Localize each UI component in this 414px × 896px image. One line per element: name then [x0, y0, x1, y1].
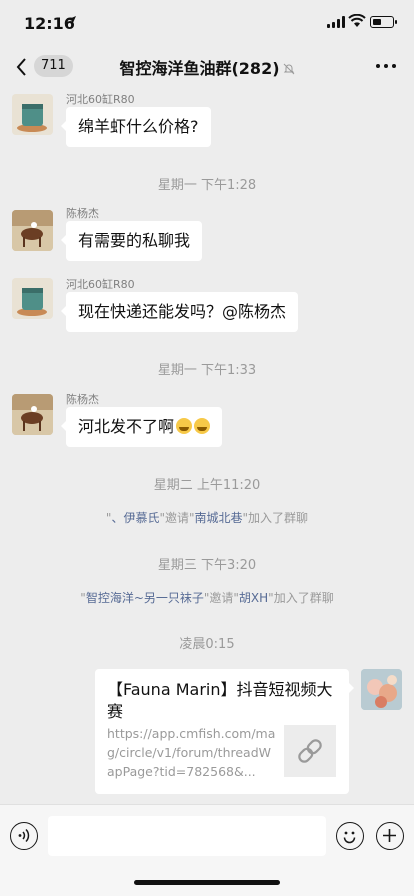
system-text: "加入了群聊: [268, 591, 334, 605]
sender-name: 陈杨杰: [66, 393, 99, 406]
time-label: 凌晨0:15: [179, 637, 235, 652]
system-text: "邀请": [159, 511, 195, 525]
flower-avatar-image: [361, 669, 402, 710]
message-text: 现在快递还能发吗？@陈杨杰: [78, 302, 287, 321]
link-card-title: 【Fauna Marin】抖音短视频大赛: [107, 680, 333, 721]
avatar[interactable]: [12, 94, 53, 135]
bell-muted-icon: [283, 63, 294, 75]
system-text: "加入了群聊: [242, 511, 309, 525]
time-label: 星期三 下午3:20: [157, 558, 257, 573]
link-card-thumb: [284, 725, 336, 777]
message-text: 绵羊虾什么价格?: [78, 117, 199, 136]
chat-title: 智控海洋鱼油群(282): [70, 55, 344, 79]
system-message: "、伊慕氏"邀请"南城北巷"加入了群聊: [0, 509, 414, 526]
laughing-emoji-icon: [176, 418, 193, 434]
horse-avatar-image: [12, 210, 53, 251]
message-text: 有需要的私聊我: [78, 231, 191, 250]
time-label: 星期一 下午1:33: [157, 363, 257, 378]
system-text: "邀请": [203, 591, 239, 605]
inviter-name[interactable]: 、伊慕氏: [111, 511, 159, 525]
link-card-url: https://app.cmfish.com/mag/circle/v1/for…: [107, 726, 276, 779]
emoji-icon[interactable]: [336, 822, 364, 850]
laughing-emoji-icon: [194, 418, 211, 434]
avatar[interactable]: [12, 394, 53, 435]
signal-icon: [327, 16, 345, 28]
message-bubble[interactable]: 河北发不了啊: [60, 407, 223, 447]
wifi-icon: [348, 14, 366, 27]
horse-avatar-image: [12, 394, 53, 435]
voice-icon[interactable]: [10, 822, 38, 850]
inviter-name[interactable]: 智控海洋~另一只袜子: [86, 591, 204, 605]
unread-count-badge[interactable]: 711: [34, 55, 73, 77]
time-label: 星期一 下午1:28: [157, 178, 257, 193]
time-label: 星期二 上午11:20: [153, 478, 261, 493]
sender-name: 河北60缸R80: [66, 278, 135, 291]
link-card[interactable]: 【Fauna Marin】抖音短视频大赛 https://app.cmfish.…: [95, 669, 354, 794]
sender-name: 陈杨杰: [66, 207, 99, 220]
chat-messages[interactable]: 河北60缸R80 绵羊虾什么价格? 星期一 下午1:28 陈杨杰 有需要的私聊我…: [0, 88, 414, 804]
system-message: "智控海洋~另一只袜子"邀请"胡XH"加入了群聊: [0, 589, 414, 606]
sender-name: 河北60缸R80: [66, 93, 135, 106]
cup-avatar-image: [12, 278, 53, 319]
nav-bar: 711 智控海洋鱼油群(282): [0, 46, 414, 88]
avatar[interactable]: [361, 669, 402, 710]
message-bubble[interactable]: 绵羊虾什么价格?: [61, 107, 211, 147]
message-text: 河北发不了啊: [78, 417, 175, 436]
link-icon: [298, 739, 322, 763]
status-bar: 12:16: [0, 0, 414, 46]
plus-icon[interactable]: [376, 822, 404, 850]
message-bubble[interactable]: 有需要的私聊我: [60, 221, 203, 261]
location-arrow-icon: [68, 16, 76, 24]
chat-title-text: 智控海洋鱼油群(282): [119, 59, 280, 78]
avatar[interactable]: [12, 210, 53, 251]
invitee-name[interactable]: 胡XH: [239, 591, 268, 605]
avatar[interactable]: [12, 278, 53, 319]
cup-avatar-image: [12, 94, 53, 135]
invitee-name[interactable]: 南城北巷: [195, 511, 243, 525]
message-bubble[interactable]: 现在快递还能发吗？@陈杨杰: [60, 292, 299, 332]
message-input[interactable]: [48, 816, 326, 856]
ellipsis-icon[interactable]: [376, 64, 396, 69]
battery-icon: [370, 16, 397, 28]
chevron-left-icon[interactable]: [14, 56, 30, 78]
home-indicator[interactable]: [134, 880, 280, 885]
